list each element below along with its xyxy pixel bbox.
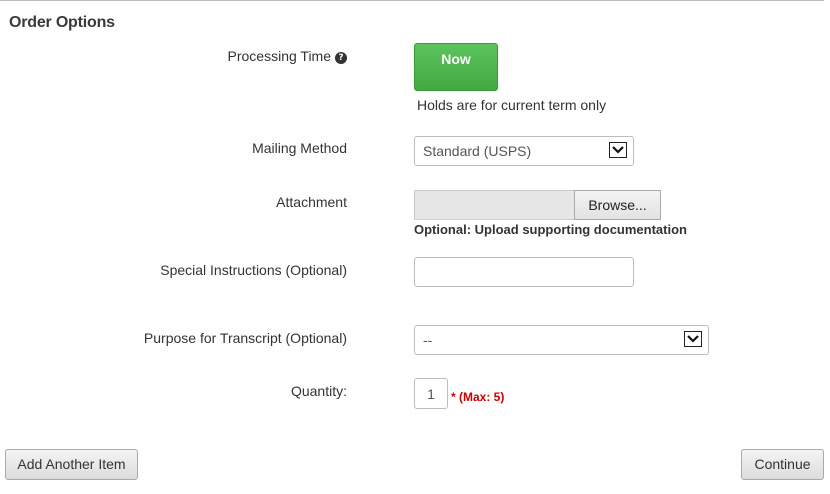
quantity-label: Quantity:: [290, 383, 347, 399]
continue-button[interactable]: Continue: [741, 449, 824, 480]
chevron-down-icon[interactable]: [684, 331, 702, 347]
purpose-value: --: [423, 332, 433, 348]
processing-time-label: Processing Time?: [228, 48, 347, 64]
quantity-max-note: * (Max: 5): [451, 390, 505, 404]
chevron-down-icon[interactable]: [609, 142, 627, 158]
special-instructions-label: Special Instructions (Optional): [160, 262, 347, 278]
purpose-label: Purpose for Transcript (Optional): [143, 330, 347, 346]
add-another-item-button[interactable]: Add Another Item: [5, 449, 138, 480]
attachment-note: Optional: Upload supporting documentatio…: [414, 222, 687, 237]
attachment-label: Attachment: [276, 194, 347, 210]
file-path-field[interactable]: [414, 190, 574, 220]
top-divider: [0, 0, 824, 1]
section-title: Order Options: [9, 14, 115, 31]
quantity-input[interactable]: 1: [414, 378, 448, 409]
now-button[interactable]: Now: [414, 43, 498, 91]
processing-time-label-text: Processing Time: [227, 48, 331, 64]
processing-time-note: Holds are for current term only: [417, 97, 607, 113]
browse-button[interactable]: Browse...: [574, 190, 661, 220]
mailing-method-value: Standard (USPS): [423, 143, 532, 159]
special-instructions-input[interactable]: [414, 257, 634, 287]
purpose-select[interactable]: --: [414, 325, 709, 355]
help-icon[interactable]: ?: [335, 52, 347, 64]
mailing-method-select[interactable]: Standard (USPS): [414, 136, 634, 166]
mailing-method-label: Mailing Method: [252, 140, 347, 156]
